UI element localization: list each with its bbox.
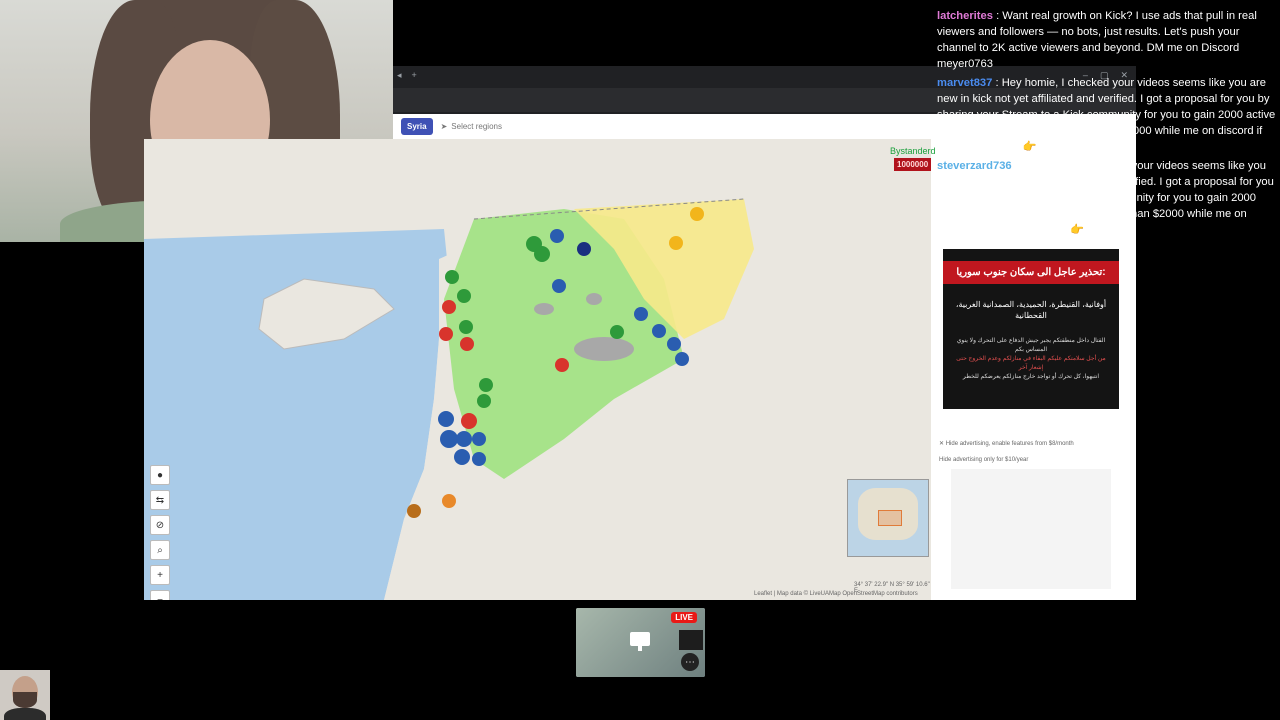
chat-username[interactable]: latcherites [937,10,993,22]
marker-red [439,327,453,341]
marker-red [460,337,474,351]
live-stream-thumbnail[interactable]: LIVE ⋯ [576,608,705,677]
guest-body [4,708,46,720]
select-regions-button[interactable]: ➤ Select regions [441,122,502,131]
marker-yellow [690,207,704,221]
marker-green [445,270,459,284]
marker-red [442,300,456,314]
more-options-button[interactable]: ⋯ [681,653,699,671]
marker-green [534,246,550,262]
map-locate-button[interactable]: ● [150,465,170,485]
alert-card: تحذير عاجل الى سكان جنوب سوريا: أوفانية،… [943,249,1119,409]
new-tab-button[interactable]: + [412,70,417,80]
map-canvas [144,198,754,600]
marker-blue [440,430,458,448]
select-regions-label: Select regions [451,122,502,131]
zoom-in-button[interactable]: + [150,565,170,585]
marker-blue [552,279,566,293]
donation-badge: 1000000 [894,158,932,171]
live-badge: LIVE [671,612,697,623]
marker-blue [550,229,564,243]
marker-blue [456,431,472,447]
marker-green [477,394,491,408]
chat-message: steverzard736 : Hey homie, I checked you… [937,160,1274,236]
region-chip-syria[interactable]: Syria [401,118,433,135]
zoom-out-button[interactable]: − [150,590,170,600]
guest-beard [13,692,37,708]
marker-yellow [669,236,683,250]
map-filter-button[interactable]: ⊘ [150,515,170,535]
marker-blue [634,307,648,321]
alert-line-2: من أجل سلامتكم عليكم البقاء في منازلكم و… [956,356,1106,371]
chat-username[interactable]: marvet837 [937,77,992,89]
map-attribution: Leaflet | Map data © LiveUAMap OpenStree… [754,591,918,597]
marker-green [459,320,473,334]
alert-locations: أوفانية، القنيطرة، الحميدية، الصمدانية ا… [955,300,1107,320]
chat-message: latcherites : Want real growth on Kick? … [937,10,1257,70]
map-swap-button[interactable]: ⇆ [150,490,170,510]
grey-area-3 [586,293,602,305]
chat-message: marvet837 : Hey homie, I checked your vi… [937,77,1276,153]
bystander-label: Bystanderd [890,146,936,156]
marker-green [479,378,493,392]
marker-navy [577,242,591,256]
marker-blue [472,432,486,446]
hide-ads-links: ✕ Hide advertising, enable features from… [939,436,1074,468]
hide-ads-link-1[interactable]: ✕ Hide advertising, enable features from… [939,436,1074,452]
viewer-overlay: Bystanderd 1000000 [890,145,936,171]
marker-orange [442,494,456,508]
marker-blue [472,452,486,466]
marker-green [610,325,624,339]
marker-red [461,413,477,429]
marker-blue [675,352,689,366]
thumbnail-overlay-box [679,630,703,650]
send-icon: ➤ [440,122,448,131]
marker-red [555,358,569,372]
minimap[interactable] [847,479,929,557]
map-search-button[interactable]: ⌕ [150,540,170,560]
grey-area-2 [534,303,554,315]
conflict-map[interactable]: ● ⇆ ⊘ ⌕ + − 34° 37' 22.9" N 35° 59' 10.6… [144,139,931,600]
grey-area-1 [574,337,634,361]
minimap-viewport [878,510,902,526]
marker-blue [667,337,681,351]
screen-share-icon [630,632,650,651]
chat-panel: latcherites : Want real growth on Kick? … [937,8,1277,241]
marker-blue [652,324,666,338]
hide-ads-link-2[interactable]: Hide advertising only for $10/year [939,452,1074,468]
marker-green [457,289,471,303]
chat-username[interactable]: steverzard736 [937,160,1012,172]
tab-back-button[interactable]: ◂ [397,70,402,81]
alert-body: القتال داخل منطقتكم يجبر جيش الدفاع على … [951,337,1111,382]
guest-webcam [0,670,50,720]
alert-line-1: القتال داخل منطقتكم يجبر جيش الدفاع على … [956,338,1106,353]
ad-placeholder [951,469,1111,589]
alert-line-3: انتبهوا، كل تحرك أو تواجد خارج منازلكم ي… [962,374,1100,380]
marker-blue [454,449,470,465]
alert-title: تحذير عاجل الى سكان جنوب سوريا: [943,261,1119,284]
marker-brown [407,504,421,518]
map-controls: ● ⇆ ⊘ ⌕ + − [150,465,170,600]
marker-blue [438,411,454,427]
